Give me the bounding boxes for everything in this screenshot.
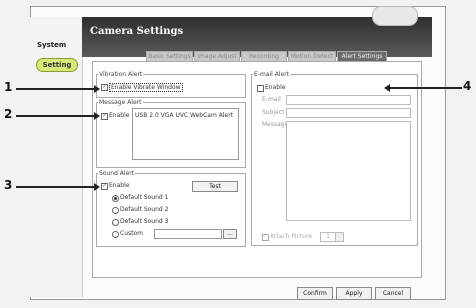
subject-input[interactable] [286, 108, 411, 118]
callout-3-arrow [16, 186, 94, 188]
email-label: E-mail [262, 96, 281, 103]
tab-alert-settings[interactable]: Alert Settings [337, 51, 387, 61]
callout-3: 3 [4, 178, 13, 192]
custom-sound-label: Custom [120, 230, 143, 237]
cancel-button[interactable]: Cancel [375, 287, 411, 300]
callout-2-arrow [16, 115, 94, 117]
default-sound-2-label: Default Sound 2 [120, 206, 169, 213]
callout-4-arrowhead [384, 84, 390, 92]
window-title: Camera Settings [90, 26, 184, 37]
message-alert-checkbox[interactable]: ✓ [101, 113, 108, 120]
message-alert-title: Message Alert [98, 99, 143, 106]
apply-button[interactable]: Apply [336, 287, 372, 300]
callout-1-arrowhead [94, 85, 100, 93]
email-alert-title: E-mail Alert [253, 71, 291, 78]
email-message-area[interactable] [286, 121, 411, 221]
message-text: USB 2.0 VGA UVC WebCam Alert [135, 112, 234, 119]
attach-count-input[interactable]: 1 [320, 232, 336, 242]
email-input[interactable] [286, 95, 411, 105]
callout-4-arrow [390, 87, 462, 89]
vibration-alert-title: Vibration Alert [98, 71, 144, 78]
sound-alert-enable-label: Enable [109, 182, 130, 189]
sidebar-item-system[interactable]: System [37, 41, 66, 49]
email-alert-checkbox[interactable] [257, 85, 264, 92]
callout-1: 1 [4, 80, 13, 94]
attach-picture-checkbox[interactable] [262, 234, 269, 241]
subject-label: Subject [262, 109, 285, 116]
window-controls[interactable] [372, 6, 418, 26]
attach-count-spinner[interactable] [335, 232, 344, 242]
callout-1-arrow [16, 88, 94, 90]
test-sound-button[interactable]: Test [192, 181, 238, 192]
message-text-area[interactable]: USB 2.0 VGA UVC WebCam Alert [132, 108, 239, 160]
sound-alert-checkbox[interactable]: ✓ [101, 183, 108, 190]
tab-motion-detect[interactable]: Motion Detect [288, 51, 336, 61]
sidebar-item-setting[interactable]: Setting [36, 58, 78, 72]
callout-3-arrowhead [94, 183, 100, 191]
vibrate-window-label: Enable Vibrate Window [109, 83, 183, 92]
sound-alert-title: Sound Alert [98, 170, 136, 177]
callout-2-arrowhead [94, 112, 100, 120]
default-sound-1-radio[interactable] [112, 195, 119, 202]
message-alert-enable-label: Enable [109, 112, 130, 119]
default-sound-3-label: Default Sound 3 [120, 218, 169, 225]
default-sound-1-label: Default Sound 1 [120, 194, 169, 201]
default-sound-3-radio[interactable] [112, 219, 119, 226]
message-label: Message [262, 121, 289, 128]
vibrate-window-checkbox[interactable]: ✓ [101, 84, 108, 91]
callout-2: 2 [4, 107, 13, 121]
confirm-button[interactable]: Confirm [297, 287, 333, 300]
callout-4: 4 [463, 79, 472, 93]
default-sound-2-radio[interactable] [112, 207, 119, 214]
custom-sound-radio[interactable] [112, 231, 119, 238]
browse-button[interactable]: ... [223, 229, 237, 239]
attach-picture-label: Attach Picture [270, 233, 313, 240]
custom-sound-path-input[interactable] [154, 229, 222, 239]
tab-recording[interactable]: Recording [241, 51, 287, 61]
email-alert-enable-label: Enable [265, 84, 286, 91]
tab-basic-settings[interactable]: Basic Settings [146, 51, 193, 61]
tab-image-adjust[interactable]: Image Adjust [194, 51, 240, 61]
